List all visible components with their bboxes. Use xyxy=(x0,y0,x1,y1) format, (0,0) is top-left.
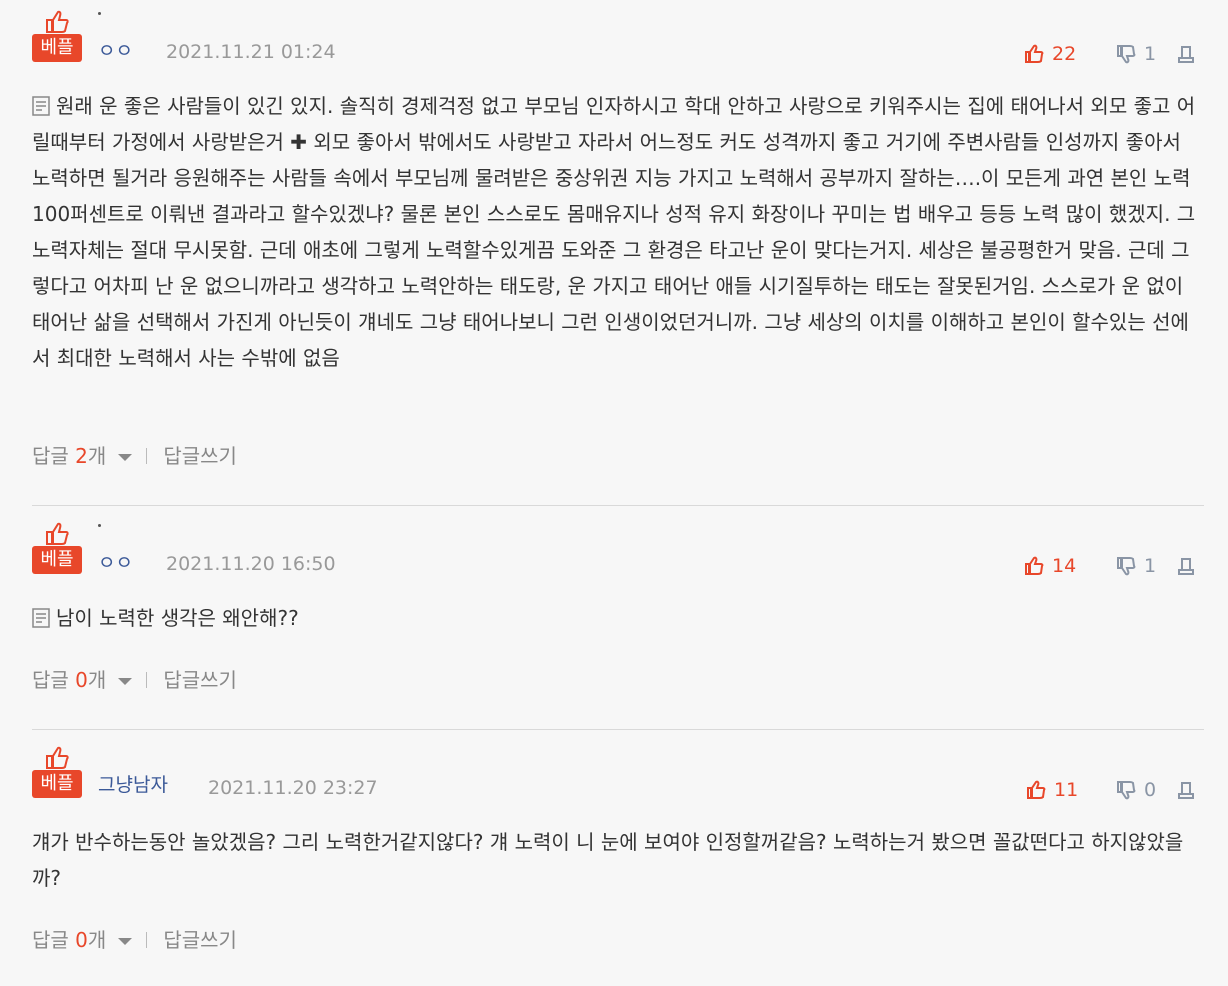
best-badge: 베플 xyxy=(32,522,82,578)
like-count: 11 xyxy=(1054,779,1079,801)
dislike-count: 1 xyxy=(1144,555,1157,577)
document-icon xyxy=(32,96,50,116)
dislike-button[interactable]: 1 xyxy=(1116,42,1166,66)
thumbs-up-icon xyxy=(1027,780,1046,799)
comment-item: 베플 ㅇㅇ 2021.11.21 01:24 22 1 원래 운 좋은 사람들이… xyxy=(32,10,1204,480)
reply-suffix: 개 xyxy=(87,668,107,692)
comment-divider xyxy=(32,505,1204,506)
like-button[interactable]: 14 xyxy=(1024,554,1084,578)
dislike-count: 0 xyxy=(1144,779,1157,801)
best-label: 베플 xyxy=(32,546,82,574)
dislike-count: 1 xyxy=(1144,43,1157,65)
vote-area: 14 1 xyxy=(1024,554,1204,578)
comment-item: 베플 그냥남자 2021.11.20 23:27 11 0 걔가 반수하는동안 … xyxy=(32,746,1204,976)
like-count: 22 xyxy=(1052,43,1077,65)
comment-text-block: 남이 노력한 생각은 왜안해?? xyxy=(32,600,1204,636)
like-button[interactable]: 11 xyxy=(1026,778,1086,802)
reply-count: 0 xyxy=(75,668,88,692)
vote-area: 22 1 xyxy=(1024,42,1204,66)
reply-suffix: 개 xyxy=(87,928,107,952)
comment-text: 남이 노력한 생각은 왜안해?? xyxy=(56,606,299,630)
reply-count: 2 xyxy=(75,444,88,468)
comment-nickname[interactable]: 그냥남자 xyxy=(98,774,168,796)
comment-footer: 답글 2개 답글쓰기 xyxy=(32,444,237,468)
thumbs-up-icon xyxy=(46,522,69,545)
write-reply-link[interactable]: 답글쓰기 xyxy=(163,668,237,692)
comment-date: 2021.11.21 01:24 xyxy=(166,41,336,63)
comment-date: 2021.11.20 16:50 xyxy=(166,553,336,575)
nickname-dot xyxy=(98,12,101,15)
comment-divider xyxy=(32,729,1204,730)
dislike-button[interactable]: 0 xyxy=(1116,778,1166,802)
thumbs-up-icon xyxy=(46,746,69,769)
comment-text-block: 걔가 반수하는동안 놀았겠음? 그리 노력한거같지않다? 걔 노력이 니 눈에 … xyxy=(32,824,1204,896)
footer-divider xyxy=(146,448,148,464)
comment-date: 2021.11.20 23:27 xyxy=(208,777,378,799)
reply-prefix: 답글 xyxy=(32,928,76,952)
best-badge: 베플 xyxy=(32,10,82,66)
comment-text-block: 원래 운 좋은 사람들이 있긴 있지. 솔직히 경제걱정 없고 부모님 인자하시… xyxy=(32,88,1204,376)
thumbs-up-icon xyxy=(1025,44,1044,63)
thumbs-down-icon xyxy=(1117,781,1136,800)
comment-text: 걔가 반수하는동안 놀았겠음? 그리 노력한거같지않다? 걔 노력이 니 눈에 … xyxy=(32,830,1184,890)
footer-divider xyxy=(146,672,148,688)
reply-toggle[interactable]: 답글 2개 xyxy=(32,444,133,468)
thumbs-down-icon xyxy=(1117,557,1136,576)
thumbs-down-icon xyxy=(1117,45,1136,64)
reply-toggle[interactable]: 답글 0개 xyxy=(32,928,133,952)
like-button[interactable]: 22 xyxy=(1024,42,1084,66)
best-label: 베플 xyxy=(32,770,82,798)
report-icon[interactable] xyxy=(1176,780,1196,800)
comment-nickname[interactable]: ㅇㅇ xyxy=(98,552,133,574)
comment-footer: 답글 0개 답글쓰기 xyxy=(32,928,237,952)
best-badge: 베플 xyxy=(32,746,82,802)
write-reply-link[interactable]: 답글쓰기 xyxy=(163,928,237,952)
comment-item: 베플 ㅇㅇ 2021.11.20 16:50 14 1 남이 노력한 생각은 왜… xyxy=(32,522,1204,702)
reply-suffix: 개 xyxy=(87,444,107,468)
comment-footer: 답글 0개 답글쓰기 xyxy=(32,668,237,692)
thumbs-up-icon xyxy=(1025,556,1044,575)
caret-down-icon xyxy=(118,938,133,945)
caret-down-icon xyxy=(118,678,133,685)
dislike-button[interactable]: 1 xyxy=(1116,554,1166,578)
reply-prefix: 답글 xyxy=(32,444,76,468)
best-label: 베플 xyxy=(32,34,82,62)
document-icon xyxy=(32,608,50,628)
caret-down-icon xyxy=(118,454,133,461)
reply-count: 0 xyxy=(75,928,88,952)
comment-text: 원래 운 좋은 사람들이 있긴 있지. 솔직히 경제걱정 없고 부모님 인자하시… xyxy=(32,94,1196,370)
report-icon[interactable] xyxy=(1176,44,1196,64)
report-icon[interactable] xyxy=(1176,556,1196,576)
footer-divider xyxy=(146,932,148,948)
reply-toggle[interactable]: 답글 0개 xyxy=(32,668,133,692)
comment-nickname[interactable]: ㅇㅇ xyxy=(98,40,133,62)
nickname-dot xyxy=(98,524,101,527)
write-reply-link[interactable]: 답글쓰기 xyxy=(163,444,237,468)
reply-prefix: 답글 xyxy=(32,668,76,692)
thumbs-up-icon xyxy=(46,10,69,33)
like-count: 14 xyxy=(1052,555,1077,577)
vote-area: 11 0 xyxy=(1024,778,1204,802)
